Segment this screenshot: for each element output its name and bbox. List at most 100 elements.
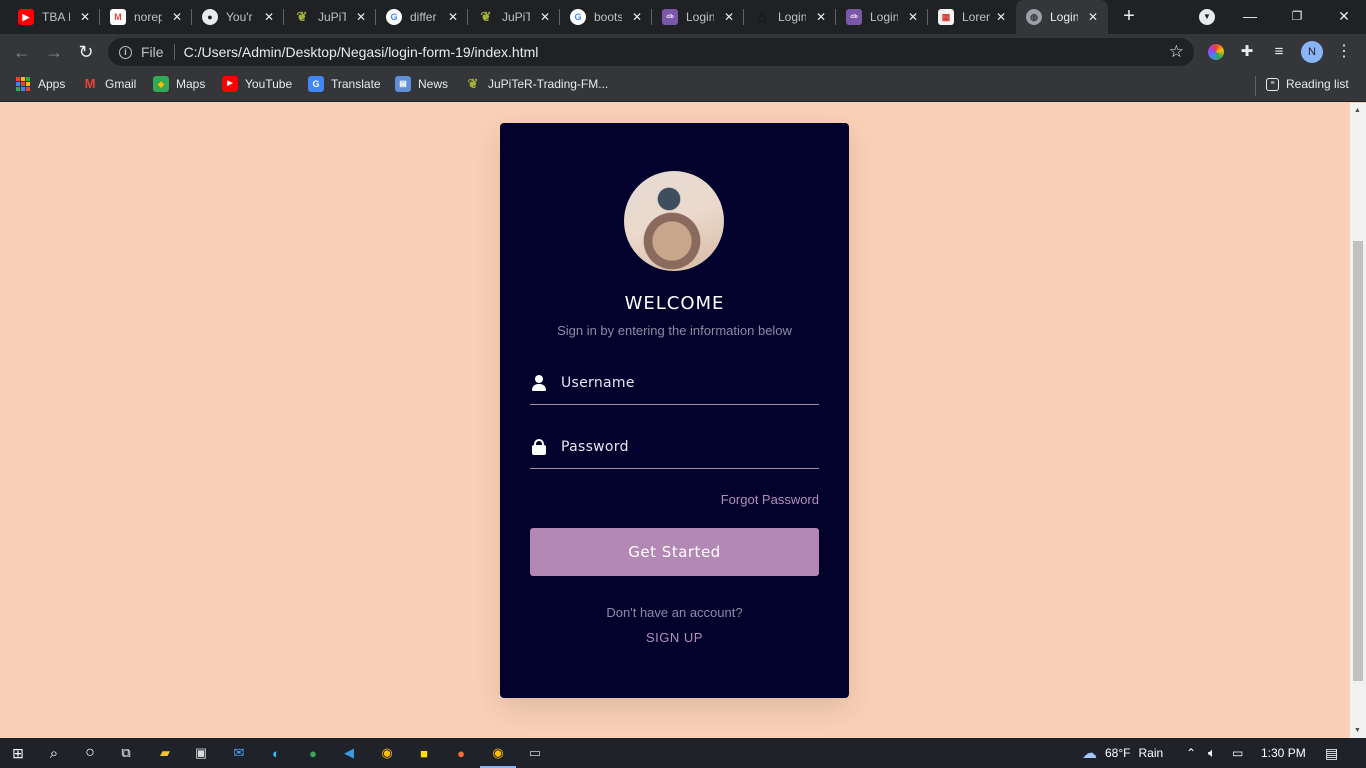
tab[interactable]: clb Login ✕ — [836, 0, 928, 34]
profile-avatar[interactable]: N — [1301, 41, 1323, 63]
search-icon[interactable]: ⌕ — [44, 743, 64, 763]
cortana-icon[interactable]: ○ — [80, 743, 100, 763]
windows-start-icon[interactable]: ⊞ — [8, 743, 28, 763]
clock[interactable]: 1:30 PM — [1261, 738, 1306, 768]
app-icon[interactable]: ● — [303, 743, 323, 763]
lock-icon — [532, 438, 546, 455]
scroll-up-icon[interactable]: ▲ — [1354, 107, 1361, 114]
login-card: WELCOME Sign in by entering the informat… — [500, 123, 849, 698]
tab[interactable]: ▶ TBA I ✕ — [8, 0, 100, 34]
tab[interactable]: M norep ✕ — [100, 0, 192, 34]
leaf-icon: ❦ — [296, 9, 308, 24]
bookmarks-bar: Apps M Gmail ⬥ Maps ▶ YouTube G Translat… — [0, 70, 1366, 102]
gmail-icon: M — [84, 76, 96, 91]
volume-icon[interactable]: 🔈︎ — [1208, 738, 1216, 768]
tab-strip: ▶ TBA I ✕ M norep ✕ ● You'r ✕ ❦ JuPiTe ✕… — [0, 0, 1366, 34]
minimize-icon[interactable]: — — [1240, 6, 1260, 26]
scrollbar-thumb[interactable] — [1353, 241, 1363, 681]
tab[interactable]: ❦ JuPiTe ✕ — [468, 0, 560, 34]
chevron-up-icon[interactable]: ⌃ — [1186, 738, 1196, 768]
get-started-button[interactable]: Get Started — [530, 528, 819, 576]
terminal-icon[interactable]: ▭ — [525, 743, 545, 763]
username-input[interactable] — [561, 374, 811, 391]
bookmark-translate[interactable]: G Translate — [308, 70, 381, 98]
bookmark-gmail[interactable]: M Gmail — [82, 70, 137, 98]
forgot-password-link[interactable]: Forgot Password — [721, 492, 819, 507]
notifications-icon[interactable]: ▤ — [1325, 738, 1338, 768]
reading-list-button[interactable]: ≡ Reading list — [1266, 70, 1349, 98]
vscode-icon[interactable]: ◀ — [339, 743, 359, 763]
rain-cloud-icon: ☁ — [1082, 745, 1097, 762]
close-tab-icon[interactable]: ✕ — [538, 10, 552, 24]
leaf-icon: ❦ — [467, 76, 479, 91]
tab[interactable]: G boots ✕ — [560, 0, 652, 34]
bookmark-jupiter[interactable]: ❦ JuPiTeR-Trading-FM... — [465, 70, 609, 98]
menu-kebab-icon[interactable]: ⋮ — [1334, 42, 1354, 62]
close-tab-icon[interactable]: ✕ — [78, 10, 92, 24]
media-queue-icon[interactable]: ≡ — [1269, 42, 1289, 62]
window-close-icon[interactable]: ✕ — [1334, 6, 1354, 26]
extensions-puzzle-icon[interactable]: ✚ — [1237, 42, 1257, 62]
tab[interactable]: ▦ Lorem ✕ — [928, 0, 1016, 34]
youtube-icon: ▶ — [222, 76, 238, 92]
bookmark-apps[interactable]: Apps — [15, 70, 65, 98]
no-account-text: Don't have an account? — [606, 605, 743, 620]
welcome-heading: WELCOME — [624, 293, 725, 314]
weather-widget[interactable]: ☁ 68°F Rain — [1082, 738, 1163, 768]
username-field[interactable] — [530, 361, 819, 405]
github-icon: ● — [202, 9, 218, 25]
bookmark-news[interactable]: ▤ News — [395, 70, 448, 98]
bookmark-youtube[interactable]: ▶ YouTube — [222, 70, 292, 98]
sticky-notes-icon[interactable]: ■ — [414, 743, 434, 763]
maps-icon: ⬥ — [153, 76, 169, 92]
scroll-down-icon[interactable]: ▼ — [1354, 727, 1361, 734]
tab[interactable]: G differ ✕ — [376, 0, 468, 34]
network-icon[interactable]: ▭ — [1232, 738, 1243, 768]
chrome-active-icon[interactable]: ◉ — [480, 743, 516, 768]
sign-up-link[interactable]: SIGN UP — [500, 630, 849, 645]
url-scheme: File — [141, 44, 164, 60]
globe-icon: ◍ — [1026, 9, 1042, 25]
close-tab-icon[interactable]: ✕ — [906, 10, 920, 24]
close-tab-icon[interactable]: ✕ — [722, 10, 736, 24]
colorlib-icon: clb — [846, 9, 862, 25]
tab[interactable]: ● You'r ✕ — [192, 0, 284, 34]
restore-icon[interactable]: ❐ — [1287, 6, 1307, 26]
close-tab-icon[interactable]: ✕ — [354, 10, 368, 24]
tab[interactable]: clb Login ✕ — [652, 0, 744, 34]
url-text[interactable]: C:/Users/Admin/Desktop/Negasi/login-form… — [184, 44, 539, 60]
close-tab-icon[interactable]: ✕ — [170, 10, 184, 24]
tab[interactable]: ⌂ Login ✕ — [744, 0, 836, 34]
bookmark-star-icon[interactable]: ☆ — [1169, 42, 1184, 62]
page-scrollbar[interactable]: ▲ ▼ — [1350, 103, 1366, 738]
tab-search-icon[interactable]: ▼ — [1199, 9, 1215, 25]
bookmark-maps[interactable]: ⬥ Maps — [153, 70, 205, 98]
close-tab-icon[interactable]: ✕ — [994, 10, 1008, 24]
close-tab-icon[interactable]: ✕ — [814, 10, 828, 24]
windows-taskbar: ⊞ ⌕ ○ ⧉ ▰ ▣ ✉ ◐ ● ◀ ◉ ■ ● ◉ ▭ ☁ 68°F Rai… — [0, 738, 1366, 768]
tab-active[interactable]: ◍ Login ✕ — [1016, 0, 1108, 34]
postman-icon[interactable]: ● — [451, 743, 471, 763]
close-tab-icon[interactable]: ✕ — [262, 10, 276, 24]
close-tab-icon[interactable]: ✕ — [630, 10, 644, 24]
info-icon[interactable]: i — [119, 45, 132, 59]
close-tab-icon[interactable]: ✕ — [1086, 10, 1100, 24]
welcome-subtitle: Sign in by entering the information belo… — [557, 323, 792, 338]
file-explorer-icon[interactable]: ▰ — [155, 743, 175, 763]
store-icon: ▦ — [938, 9, 954, 25]
mail-icon[interactable]: ✉ — [229, 743, 249, 763]
edge-icon[interactable]: ◐ — [266, 743, 286, 763]
reload-icon[interactable]: ↻ — [76, 42, 96, 62]
chrome-icon[interactable]: ◉ — [377, 743, 397, 763]
forward-icon[interactable]: → — [44, 42, 64, 62]
password-field[interactable] — [530, 425, 819, 469]
store-icon[interactable]: ▣ — [191, 743, 211, 763]
task-view-icon[interactable]: ⧉ — [116, 743, 136, 763]
new-tab-button[interactable]: + — [1119, 6, 1139, 26]
password-input[interactable] — [561, 438, 811, 455]
address-bar[interactable]: i File C:/Users/Admin/Desktop/Negasi/log… — [108, 38, 1194, 66]
back-icon[interactable]: ← — [12, 42, 32, 62]
tab[interactable]: ❦ JuPiTe ✕ — [284, 0, 376, 34]
close-tab-icon[interactable]: ✕ — [446, 10, 460, 24]
color-extension-icon[interactable] — [1208, 44, 1224, 60]
